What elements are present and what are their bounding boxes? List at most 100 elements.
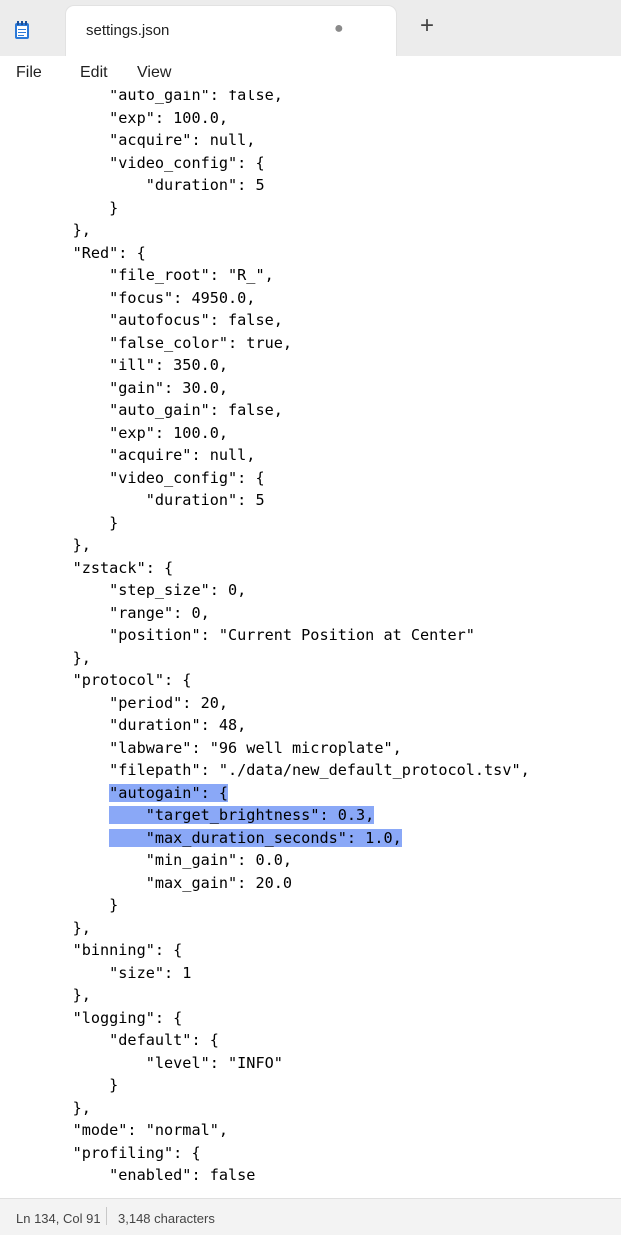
code-line-text: "size": 1 [36,963,192,982]
menu-view[interactable]: View [137,64,171,82]
code-line: "video_config": { [36,152,530,175]
code-line: "false_color": true, [36,332,530,355]
code-line-text: "acquire": null, [36,446,256,464]
code-line: "autogain": { [36,782,530,805]
code-line: "ill": 350.0, [36,354,530,377]
code-line-text: "logging": { [36,1008,183,1027]
status-divider [106,1207,107,1225]
code-line-text: "acquire": null, [36,131,256,149]
code-line: "filepath": "./data/new_default_protocol… [36,759,530,782]
code-line-text: "exp": 100.0, [36,108,229,127]
code-line-text: "duration": 5 [36,491,265,509]
code-line: "gain": 30.0, [36,377,530,400]
code-line-text: }, [36,221,91,239]
code-line: } [36,197,530,220]
code-line-text: "duration": 48, [36,716,247,734]
code-line: "protocol": { [36,669,530,692]
code-line: "enabled": false [36,1164,530,1187]
code-line: "acquire": null, [36,444,530,467]
code-content: "auto_gain": false, "exp": 100.0, "acqui… [36,90,530,1187]
code-line: "autofocus": false, [36,309,530,332]
code-line-text: "protocol": { [36,671,192,689]
code-line: "labware": "96 well microplate", [36,737,530,760]
code-line-text: "profiling": { [36,1143,201,1162]
code-line-text: "zstack": { [36,558,174,577]
code-line: }, [36,1097,530,1120]
code-line-text: "position": "Current Position at Center" [36,626,475,644]
code-line: "focus": 4950.0, [36,287,530,310]
code-line: "exp": 100.0, [36,107,530,130]
code-line: "mode": "normal", [36,1119,530,1142]
code-line-text: "max_gain": 20.0 [36,873,293,892]
menu-file[interactable]: File [16,64,42,82]
code-line-text: "min_gain": 0.0, [36,851,293,869]
code-line: "logging": { [36,1007,530,1030]
code-line-text: "false_color": true, [36,333,293,352]
code-line-text: "duration": 5 [36,176,265,194]
unsaved-dot-icon[interactable]: ● [334,20,344,38]
code-line-text: "autofocus": false, [36,311,283,329]
code-line: "range": 0, [36,602,530,625]
code-line: "auto_gain": false, [36,90,530,107]
menu-bar: File Edit View [0,56,621,90]
text-editor[interactable]: "auto_gain": false, "exp": 100.0, "acqui… [0,90,621,1198]
code-line-text: "labware": "96 well microplate", [36,738,402,757]
code-line: "duration": 5 [36,174,530,197]
title-bar: settings.json ● + [0,0,621,56]
code-line: "profiling": { [36,1142,530,1165]
code-line: "duration": 5 [36,489,530,512]
code-line-text: "focus": 4950.0, [36,288,256,307]
code-line-text: "range": 0, [36,603,210,622]
code-line-text: "auto_gain": false, [36,90,283,104]
menu-edit[interactable]: Edit [80,64,108,82]
status-bar: Ln 134, Col 91 3,148 characters [0,1198,621,1235]
tab-settings-json[interactable]: settings.json ● [66,6,396,56]
code-line: "Red": { [36,242,530,265]
code-line: }, [36,984,530,1007]
code-line: "binning": { [36,939,530,962]
code-line: "period": 20, [36,692,530,715]
code-line: "default": { [36,1029,530,1052]
code-line-text: "step_size": 0, [36,581,247,599]
code-line-text: } [36,896,119,914]
code-line-text: "filepath": "./data/new_default_protocol… [36,761,530,779]
tab-title: settings.json [86,22,170,39]
code-line: "exp": 100.0, [36,422,530,445]
code-line: "auto_gain": false, [36,399,530,422]
code-line-text: "auto_gain": false, [36,401,283,419]
code-line: "max_duration_seconds": 1.0, [36,827,530,850]
code-line: } [36,894,530,917]
code-line: } [36,512,530,535]
code-line-text: "gain": 30.0, [36,378,229,397]
code-line-text: "video_config": { [36,153,265,172]
code-line: }, [36,534,530,557]
code-line: "video_config": { [36,467,530,490]
code-line-text: "level": "INFO" [36,1053,283,1072]
code-line: "position": "Current Position at Center" [36,624,530,647]
code-line: "step_size": 0, [36,579,530,602]
code-line-text: "period": 20, [36,693,229,712]
notepad-icon [14,20,30,40]
code-line: "zstack": { [36,557,530,580]
code-line: "duration": 48, [36,714,530,737]
code-line: }, [36,219,530,242]
code-line-text: "binning": { [36,941,183,959]
code-line: }, [36,917,530,940]
code-line-text: "Red": { [36,243,146,262]
code-line-text: "video_config": { [36,468,265,487]
code-line-text: "autogain": { [109,783,229,802]
code-line-text: "target_brightness": 0.3, [109,806,375,824]
code-line: "max_gain": 20.0 [36,872,530,895]
code-line-text: } [36,1076,119,1094]
code-line-text: "file_root": "R_", [36,266,274,284]
character-count: 3,148 characters [118,1211,215,1226]
code-line: "acquire": null, [36,129,530,152]
code-line-text: "ill": 350.0, [36,356,229,374]
code-line: "file_root": "R_", [36,264,530,287]
code-line-text: }, [36,536,91,554]
new-tab-button[interactable]: + [420,14,434,38]
code-line-text: } [36,198,119,217]
code-line-text: }, [36,918,91,937]
code-line: "level": "INFO" [36,1052,530,1075]
code-line: "min_gain": 0.0, [36,849,530,872]
